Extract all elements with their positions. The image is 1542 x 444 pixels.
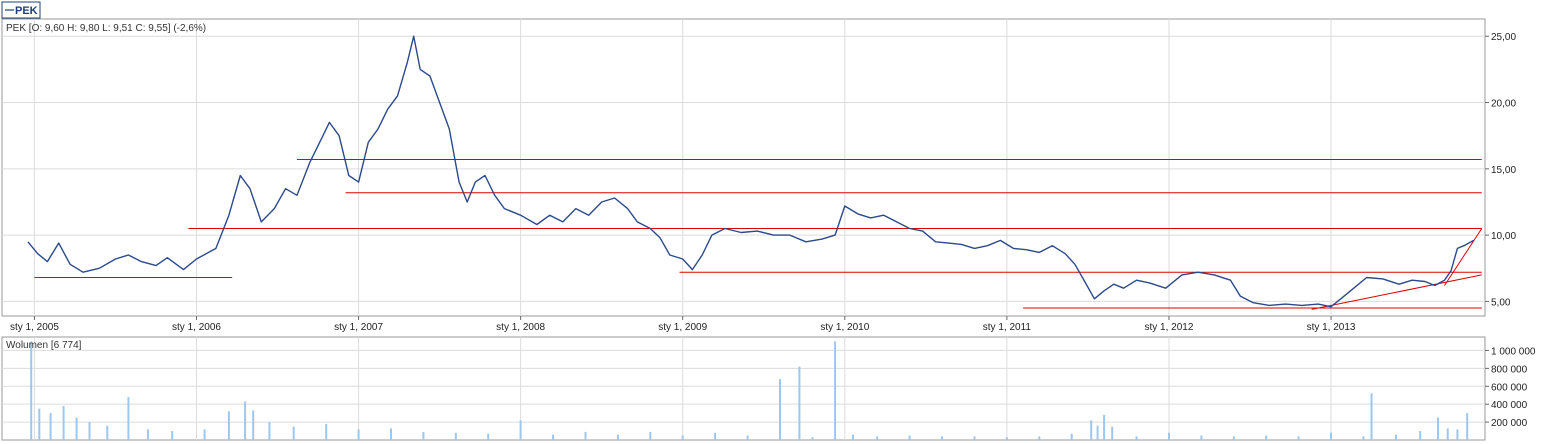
- price-x-tick-label: sty 1, 2011: [983, 322, 1032, 333]
- volume-bar: [851, 434, 854, 440]
- volume-bar: [1090, 420, 1093, 440]
- price-panel: PEK [O: 9,60 H: 9,80 L: 9,51 C: 9,55] (-…: [1, 18, 1516, 333]
- volume-bar: [798, 366, 801, 440]
- price-x-tick-label: sty 1, 2005: [10, 322, 59, 333]
- volume-y-tick-label: 400 000: [1491, 400, 1528, 411]
- volume-bar: [1111, 426, 1114, 440]
- volume-bar: [1038, 436, 1041, 440]
- price-x-axis: sty 1, 2005 sty 1, 2006 sty 1, 2007 sty 1, …: [10, 316, 1356, 333]
- volume-bar: [1200, 435, 1203, 440]
- volume-bar: [252, 410, 255, 440]
- volume-bar: [1437, 417, 1439, 440]
- volume-bar: [1370, 393, 1373, 440]
- volume-bar: [75, 417, 78, 440]
- legend-symbol: PEK: [15, 5, 38, 17]
- price-panel-frame: [1, 18, 1486, 317]
- volume-bar: [746, 435, 749, 440]
- volume-bar: [876, 436, 879, 440]
- volume-bar: [714, 432, 717, 440]
- volume-bar: [681, 435, 684, 440]
- volume-bar: [834, 341, 837, 440]
- price-y-tick-label: 15,00: [1491, 165, 1516, 176]
- volume-bar: [1232, 436, 1235, 440]
- volume-bar: [1456, 429, 1459, 440]
- volume-bar: [1362, 436, 1365, 440]
- volume-bar: [779, 379, 781, 440]
- volume-bar: [616, 434, 619, 440]
- volume-bar: [49, 413, 52, 440]
- volume-bar: [1330, 432, 1332, 440]
- volume-bar: [1446, 428, 1449, 440]
- price-y-tick-label: 25,00: [1491, 32, 1516, 43]
- volume-bar: [908, 435, 911, 440]
- volume-bar: [1394, 434, 1397, 440]
- legend[interactable]: PEK: [1, 1, 41, 19]
- price-x-tick-label: sty 1, 2008: [496, 322, 545, 333]
- volume-bar: [1168, 432, 1170, 440]
- volume-y-tick-label: 800 000: [1491, 364, 1528, 375]
- volume-bar: [1297, 436, 1300, 440]
- price-x-tick-label: sty 1, 2012: [1144, 322, 1193, 333]
- volume-bar: [325, 423, 328, 440]
- price-y-tick-label: 10,00: [1491, 231, 1516, 242]
- price-y-axis: 5,00 10,00 15,00 20,00 25,00: [1485, 32, 1516, 308]
- volume-bar: [649, 431, 652, 440]
- volume-bar: [146, 429, 149, 440]
- price-x-tick-label: sty 1, 2013: [1307, 322, 1356, 333]
- volume-bar: [1466, 413, 1469, 440]
- price-y-tick-label: 20,00: [1491, 99, 1516, 110]
- volume-bar: [552, 434, 555, 440]
- price-y-tick-label: 5,00: [1491, 297, 1511, 308]
- volume-y-tick-label: 1 000 000: [1491, 346, 1536, 357]
- price-x-tick-label: sty 1, 2007: [334, 322, 383, 333]
- volume-y-tick-label: 200 000: [1491, 418, 1528, 429]
- volume-bar: [390, 428, 392, 440]
- volume-bar: [1419, 431, 1422, 440]
- volume-bar: [1135, 436, 1138, 440]
- volume-bar: [973, 436, 976, 440]
- price-x-tick-label: sty 1, 2009: [658, 322, 707, 333]
- volume-bar: [227, 411, 230, 440]
- price-x-tick-label: sty 1, 2010: [820, 322, 869, 333]
- price-x-tick-label: sty 1, 2006: [172, 322, 221, 333]
- volume-bar: [1103, 414, 1106, 440]
- volume-bar: [203, 429, 206, 440]
- volume-bar: [584, 431, 587, 440]
- volume-bar: [127, 397, 130, 440]
- volume-bar: [1096, 425, 1099, 440]
- volume-bar: [422, 431, 425, 440]
- volume-bar: [519, 420, 522, 440]
- volume-bar: [454, 432, 457, 440]
- volume-bar: [30, 341, 33, 440]
- volume-bar: [106, 425, 109, 440]
- volume-panel-frame: [1, 336, 1486, 441]
- price-info-label: PEK [O: 9,60 H: 9,80 L: 9,51 C: 9,55] (-…: [6, 23, 206, 34]
- volume-bar: [1005, 437, 1008, 440]
- volume-bar: [171, 431, 174, 440]
- volume-bar: [357, 429, 360, 440]
- volume-bar: [811, 437, 814, 440]
- volume-bar: [1070, 433, 1073, 440]
- volume-bar: [268, 422, 271, 440]
- volume-info-label: Wolumen [6 774]: [6, 340, 82, 351]
- volume-bar: [88, 422, 91, 440]
- volume-bar: [38, 408, 41, 440]
- volume-panel: Wolumen [6 774] 200 000 400 000 600 000 800…: [1, 336, 1536, 441]
- volume-bar: [941, 436, 943, 440]
- volume-bar: [244, 401, 247, 440]
- volume-y-tick-label: 600 000: [1491, 382, 1528, 393]
- volume-bar: [1265, 435, 1268, 440]
- volume-y-axis: 200 000 400 000 600 000 800 000 1 000 000: [1485, 346, 1536, 429]
- volume-bar: [62, 406, 65, 440]
- volume-bar: [487, 433, 490, 440]
- stock-chart: PEK PEK [O: 9,60 H: 9,80 L: 9,51 C: 9,55…: [1, 1, 1536, 441]
- volume-bar: [292, 426, 295, 440]
